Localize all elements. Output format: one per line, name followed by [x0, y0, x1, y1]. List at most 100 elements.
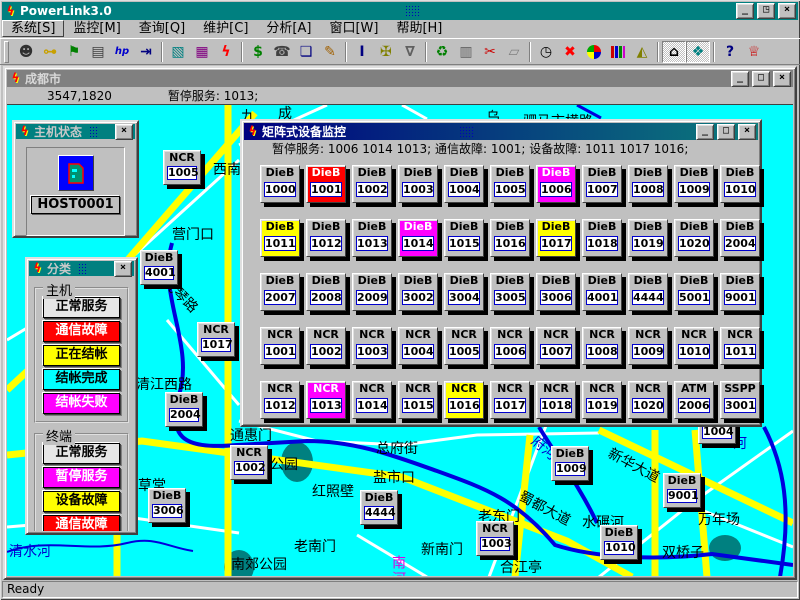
device-tile-NCR-1006[interactable]: NCR1006 [490, 327, 530, 365]
compass-icon[interactable]: ◭ [630, 41, 654, 63]
restore-button[interactable]: ◳ [757, 3, 775, 19]
menu-item-3[interactable]: 维护[C] [194, 21, 257, 36]
device-tile-DieB-3002[interactable]: DieB3002 [398, 273, 438, 311]
device-tile-NCR-1015[interactable]: NCR1015 [398, 381, 438, 419]
device-tile-DieB-9001[interactable]: DieB9001 [720, 273, 760, 311]
device-tile-DieB-4001[interactable]: DieB4001 [582, 273, 622, 311]
pencil-icon[interactable]: ✎ [318, 41, 342, 63]
map-device-tile-NCR-1005[interactable]: NCR1005 [163, 150, 201, 185]
key-icon[interactable]: ⊶ [38, 41, 62, 63]
matrix-minimize-button[interactable]: _ [696, 124, 714, 140]
host-name-label[interactable]: HOST0001 [31, 196, 119, 214]
device-tile-DieB-1009[interactable]: DieB1009 [674, 165, 714, 203]
site-icon[interactable]: ✠ [374, 41, 398, 63]
map-device-tile-NCR-1017[interactable]: NCR1017 [197, 322, 235, 357]
device-tile-NCR-1017[interactable]: NCR1017 [490, 381, 530, 419]
bar-chart-icon[interactable] [606, 41, 630, 63]
device-tile-DieB-1000[interactable]: DieB1000 [260, 165, 300, 203]
device-tile-DieB-5001[interactable]: DieB5001 [674, 273, 714, 311]
menu-item-6[interactable]: 帮助[H] [387, 21, 451, 36]
funnel-icon[interactable]: ∇ [398, 41, 422, 63]
device-tile-NCR-1007[interactable]: NCR1007 [536, 327, 576, 365]
device-tile-DieB-2004[interactable]: DieB2004 [720, 219, 760, 257]
device-tile-DieB-2008[interactable]: DieB2008 [306, 273, 346, 311]
device-tile-NCR-1003[interactable]: NCR1003 [352, 327, 392, 365]
device-tile-DieB-1012[interactable]: DieB1012 [306, 219, 346, 257]
lightning-icon[interactable]: ϟ [214, 41, 238, 63]
device-tile-DieB-1014[interactable]: DieB1014 [398, 219, 438, 257]
device-tile-NCR-1020[interactable]: NCR1020 [628, 381, 668, 419]
printer-icon[interactable]: ▤ [86, 41, 110, 63]
pie-chart-icon[interactable] [582, 41, 606, 63]
cascade-windows-icon[interactable]: ❏ [294, 41, 318, 63]
device-tile-NCR-1002[interactable]: NCR1002 [306, 327, 346, 365]
device-tile-DieB-1017[interactable]: DieB1017 [536, 219, 576, 257]
device-tile-DieB-1001[interactable]: DieB1001 [306, 165, 346, 203]
device-tile-DieB-4444[interactable]: DieB4444 [628, 273, 668, 311]
device-tile-ATM-2006[interactable]: ATM2006 [674, 381, 714, 419]
building-icon[interactable]: ⌂ [662, 41, 686, 63]
device-tile-NCR-1014[interactable]: NCR1014 [352, 381, 392, 419]
map-device-tile-DieB-9001[interactable]: DieB9001 [663, 473, 701, 508]
map-device-tile-DieB-1010[interactable]: DieB1010 [600, 525, 638, 560]
device-tile-DieB-1019[interactable]: DieB1019 [628, 219, 668, 257]
menu-item-1[interactable]: 监控[M] [64, 21, 129, 36]
matrix-maximize-button[interactable]: □ [717, 124, 735, 140]
device-tile-DieB-3006[interactable]: DieB3006 [536, 273, 576, 311]
menu-item-5[interactable]: 窗口[W] [320, 21, 387, 36]
device-tile-DieB-1004[interactable]: DieB1004 [444, 165, 484, 203]
device-tile-NCR-1013[interactable]: NCR1013 [306, 381, 346, 419]
device-tile-DieB-1018[interactable]: DieB1018 [582, 219, 622, 257]
device-tile-DieB-2009[interactable]: DieB2009 [352, 273, 392, 311]
host-close-button[interactable]: × [115, 124, 133, 140]
picture-icon[interactable]: ▧ [166, 41, 190, 63]
recycle-icon[interactable]: ♻ [430, 41, 454, 63]
device-tile-DieB-3005[interactable]: DieB3005 [490, 273, 530, 311]
pattern-icon[interactable]: ❖ [686, 41, 710, 63]
ibeam-icon[interactable]: I [350, 41, 374, 63]
map-device-tile-DieB-1009[interactable]: DieB1009 [551, 446, 589, 481]
menu-item-0[interactable]: 系统[S] [2, 20, 64, 37]
device-tile-DieB-1011[interactable]: DieB1011 [260, 219, 300, 257]
minimize-button[interactable]: _ [736, 3, 754, 19]
map-device-tile-DieB-4444[interactable]: DieB4444 [360, 490, 398, 525]
menu-item-2[interactable]: 查询[Q] [130, 21, 194, 36]
matrix-close-button[interactable]: × [738, 124, 756, 140]
device-tile-NCR-1012[interactable]: NCR1012 [260, 381, 300, 419]
alert-icon[interactable]: ♕ [742, 41, 766, 63]
main-titlebar[interactable]: ϟ PowerLink3.0 _ ◳ × [2, 2, 798, 20]
device-tile-NCR-1010[interactable]: NCR1010 [674, 327, 714, 365]
clock-icon[interactable]: ◷ [534, 41, 558, 63]
device-tile-NCR-1004[interactable]: NCR1004 [398, 327, 438, 365]
close-button[interactable]: × [778, 3, 796, 19]
device-tile-DieB-1015[interactable]: DieB1015 [444, 219, 484, 257]
map-device-tile-DieB-4001[interactable]: DieB4001 [140, 250, 178, 285]
device-tile-DieB-3004[interactable]: DieB3004 [444, 273, 484, 311]
color-grid-icon[interactable]: ▦ [190, 41, 214, 63]
device-tile-NCR-1001[interactable]: NCR1001 [260, 327, 300, 365]
map-close-button[interactable]: × [773, 71, 791, 87]
device-tile-DieB-2007[interactable]: DieB2007 [260, 273, 300, 311]
legend-window-titlebar[interactable]: ϟ 分类 × [29, 261, 134, 276]
map-device-tile-NCR-1002[interactable]: NCR1002 [230, 445, 268, 480]
money-icon[interactable]: $ [246, 41, 270, 63]
device-tile-NCR-1016[interactable]: NCR1016 [444, 381, 484, 419]
hp-logo-icon[interactable]: hp [110, 41, 134, 63]
device-tile-SSPP-3001[interactable]: SSPP3001 [720, 381, 760, 419]
device-tile-DieB-1013[interactable]: DieB1013 [352, 219, 392, 257]
map-device-tile-NCR-1003[interactable]: NCR1003 [476, 521, 514, 556]
device-tile-DieB-1007[interactable]: DieB1007 [582, 165, 622, 203]
device-tile-DieB-1020[interactable]: DieB1020 [674, 219, 714, 257]
device-tile-NCR-1005[interactable]: NCR1005 [444, 327, 484, 365]
map-device-tile-DieB-2004[interactable]: DieB2004 [165, 392, 203, 427]
map-window-titlebar[interactable]: ϟ 成都市 _ □ × [7, 70, 793, 87]
map-device-tile-DieB-3006[interactable]: DieB3006 [148, 488, 186, 523]
matrix-window-titlebar[interactable]: ϟ 矩阵式设备监控 _ □ × [244, 123, 758, 140]
device-tile-NCR-1011[interactable]: NCR1011 [720, 327, 760, 365]
exit-icon[interactable]: ⇥ [134, 41, 158, 63]
device-tile-DieB-1003[interactable]: DieB1003 [398, 165, 438, 203]
flag-icon[interactable]: ⚑ [62, 41, 86, 63]
legend-close-button[interactable]: × [114, 261, 132, 277]
host-computer-icon[interactable] [58, 155, 94, 191]
device-tile-DieB-1016[interactable]: DieB1016 [490, 219, 530, 257]
